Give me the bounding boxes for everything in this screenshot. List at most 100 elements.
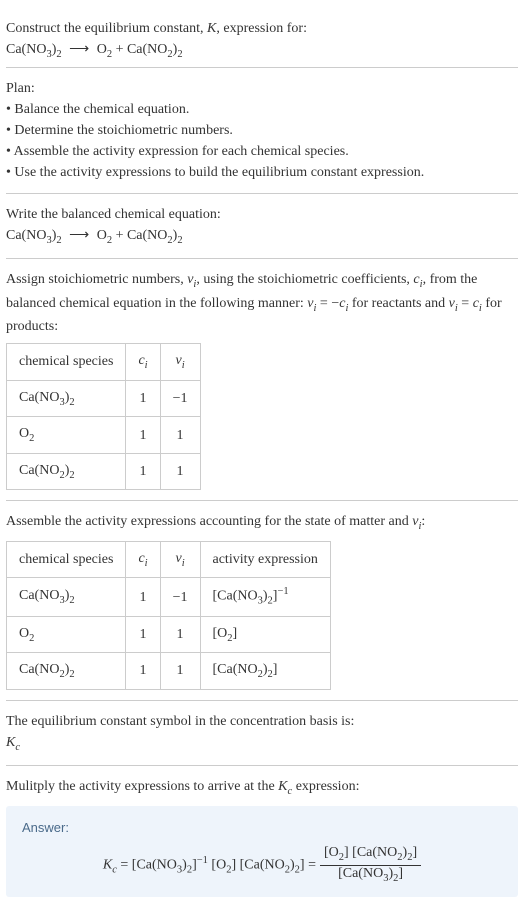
stoich-eq1-eq: = − <box>316 296 339 311</box>
num-b: ] [Ca(NO <box>344 845 397 860</box>
reactant-1-sub2: 2 <box>56 49 61 60</box>
stoich-t2: , using the stoichiometric coefficients, <box>196 272 413 287</box>
plan-title: Plan: <box>6 78 518 99</box>
cell-species: Ca(NO2)2 <box>7 653 126 690</box>
cell-activity: [O2] <box>200 616 330 653</box>
ans-denominator: [Ca(NO3)2] <box>334 866 407 885</box>
th-nu-sub: i <box>182 558 185 569</box>
num-d: ] <box>412 845 417 860</box>
plan-item: Assemble the activity expression for eac… <box>6 141 518 162</box>
cell-species: Ca(NO3)2 <box>7 380 126 417</box>
mul-K: K <box>278 779 287 794</box>
stoich-table: chemical species ci νi Ca(NO3)2 1 −1 O2 … <box>6 343 201 490</box>
th-c: ci <box>126 344 160 381</box>
act-t1: Assemble the activity expressions accoun… <box>6 514 412 529</box>
ans-eq: = <box>117 857 132 872</box>
product-1a: O <box>97 42 107 57</box>
arrow-icon: ⟶ <box>65 42 93 57</box>
balanced-section: Write the balanced chemical equation: Ca… <box>6 194 518 260</box>
kc-c: c <box>15 742 20 753</box>
cell-species: Ca(NO3)2 <box>7 578 126 616</box>
sp-a: O <box>19 626 29 641</box>
reaction-equation: Ca(NO3)2 ⟶ O2 + Ca(NO2)2 <box>6 39 518 63</box>
plan-list: Balance the chemical equation. Determine… <box>6 99 518 183</box>
sp-s2: 2 <box>69 397 74 408</box>
cell-nu: 1 <box>160 453 200 490</box>
problem-statement: Construct the equilibrium constant, K, e… <box>6 18 518 39</box>
stoich-t4: for reactants and <box>348 296 448 311</box>
bal-reactant-1a: Ca(NO <box>6 228 46 243</box>
cell-species: Ca(NO2)2 <box>7 453 126 490</box>
ans-eq2: = <box>305 857 316 872</box>
product-2a: Ca(NO <box>127 42 167 57</box>
cell-c: 1 <box>126 453 160 490</box>
th-activity: activity expression <box>200 541 330 578</box>
bal-product-2-sub2: 2 <box>177 234 182 245</box>
ans-t3a: [Ca(NO <box>240 857 285 872</box>
cell-activity: [Ca(NO3)2]−1 <box>200 578 330 616</box>
cell-nu: 1 <box>160 417 200 454</box>
cell-c: 1 <box>126 616 160 653</box>
sp-a: Ca(NO <box>19 390 59 405</box>
act-a: [O <box>213 626 228 641</box>
cell-species: O2 <box>7 417 126 454</box>
answer-equation: Kc = [Ca(NO3)2]−1 [O2] [Ca(NO2)2] = [O2]… <box>22 845 502 885</box>
act-a: [Ca(NO <box>213 662 258 677</box>
plan-item: Balance the chemical equation. <box>6 99 518 120</box>
kc-intro-text: The equilibrium constant symbol in the c… <box>6 711 518 732</box>
problem-header: Construct the equilibrium constant, K, e… <box>6 8 518 68</box>
cell-nu: −1 <box>160 380 200 417</box>
th-c: ci <box>126 541 160 578</box>
table-row: Ca(NO2)2 1 1 <box>7 453 201 490</box>
mul-t1: Mulitply the activity expressions to arr… <box>6 779 278 794</box>
cell-c: 1 <box>126 653 160 690</box>
bal-plus-sign: + <box>112 228 127 243</box>
th-species: chemical species <box>7 541 126 578</box>
cell-nu: −1 <box>160 578 200 616</box>
table-row: O2 1 1 [O2] <box>7 616 331 653</box>
ans-fraction: [O2] [Ca(NO2)2] [Ca(NO3)2] <box>320 845 421 885</box>
ans-exp1: −1 <box>197 855 208 866</box>
ans-t2c: ] <box>231 857 239 872</box>
multiply-section: Mulitply the activity expressions to arr… <box>6 766 518 907</box>
th-nu: νi <box>160 344 200 381</box>
stoich-eq2-eq: = <box>458 296 473 311</box>
cell-activity: [Ca(NO2)2] <box>200 653 330 690</box>
sp-a: Ca(NO <box>19 588 59 603</box>
ans-t1a: [Ca(NO <box>132 857 177 872</box>
sp-a: Ca(NO <box>19 662 59 677</box>
activity-section: Assemble the activity expressions accoun… <box>6 501 518 700</box>
bal-product-1a: O <box>97 228 107 243</box>
sp-s2: 2 <box>69 595 74 606</box>
table-row: Ca(NO2)2 1 1 [Ca(NO2)2] <box>7 653 331 690</box>
ans-lhs: Kc = [Ca(NO3)2]−1 [O2] [Ca(NO2)2] = <box>103 853 316 878</box>
reactant-1a: Ca(NO <box>6 42 46 57</box>
act-c: ] <box>273 662 278 677</box>
kc-symbol-section: The equilibrium constant symbol in the c… <box>6 701 518 767</box>
th-c-sub: i <box>145 360 148 371</box>
num-a: [O <box>324 845 339 860</box>
act-a: [Ca(NO <box>213 589 258 604</box>
den-a: [Ca(NO <box>338 866 383 881</box>
prompt-text-2: , expression for: <box>216 21 307 36</box>
cell-species: O2 <box>7 616 126 653</box>
answer-box: Answer: Kc = [Ca(NO3)2]−1 [O2] [Ca(NO2)2… <box>6 806 518 897</box>
stoich-section: Assign stoichiometric numbers, νi, using… <box>6 259 518 501</box>
plus-sign: + <box>112 42 127 57</box>
sp-a: Ca(NO <box>19 463 59 478</box>
act-t2: : <box>421 514 425 529</box>
table-header-row: chemical species ci νi activity expressi… <box>7 541 331 578</box>
plan-section: Plan: Balance the chemical equation. Det… <box>6 68 518 194</box>
cell-nu: 1 <box>160 653 200 690</box>
bal-product-2a: Ca(NO <box>127 228 167 243</box>
plan-item: Use the activity expressions to build th… <box>6 162 518 183</box>
prompt-text-1: Construct the equilibrium constant, <box>6 21 207 36</box>
sp-a: O <box>19 426 29 441</box>
bal-reactant-1-sub2: 2 <box>56 234 61 245</box>
cell-nu: 1 <box>160 616 200 653</box>
table-row: Ca(NO3)2 1 −1 [Ca(NO3)2]−1 <box>7 578 331 616</box>
product-2-sub2: 2 <box>177 49 182 60</box>
table-row: Ca(NO3)2 1 −1 <box>7 380 201 417</box>
th-nu-sub: i <box>182 360 185 371</box>
sp-s1: 2 <box>29 433 34 444</box>
